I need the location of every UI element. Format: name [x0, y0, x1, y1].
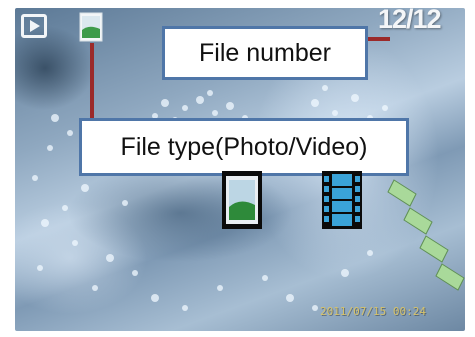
playback-mode-icon [21, 14, 47, 38]
capture-timestamp: 2011/07/15 00:24 [320, 305, 426, 318]
file-number-counter: 12/12 [378, 4, 442, 34]
file-number-leader-line [368, 37, 390, 41]
file-number-callout: File number [162, 26, 368, 80]
photo-type-icon [222, 171, 262, 229]
photo-icon [79, 12, 103, 42]
video-type-icon [322, 171, 362, 229]
file-type-callout: File type(Photo/Video) [79, 118, 409, 176]
scope-edge-markings [387, 179, 465, 291]
file-type-leader-line [90, 43, 94, 121]
